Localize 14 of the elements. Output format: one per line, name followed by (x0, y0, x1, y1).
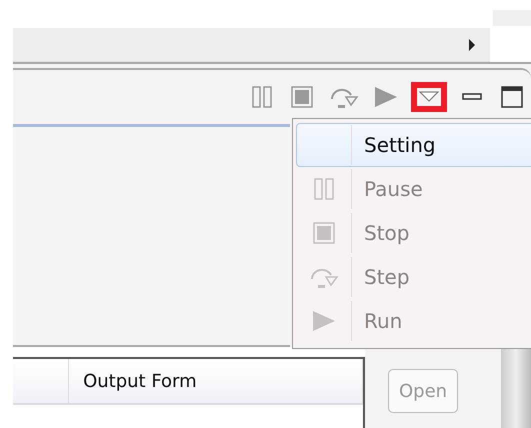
minimize-icon (462, 93, 482, 101)
stop-icon (313, 222, 335, 244)
play-icon (312, 310, 336, 332)
scroll-right-arrow-icon[interactable] (468, 38, 476, 52)
scrollbar[interactable] (501, 347, 531, 428)
pause-icon (251, 86, 273, 108)
menu-item[interactable]: Setting (296, 123, 531, 167)
highlighted-toolbar-button[interactable] (411, 82, 447, 112)
dropdown-triangle-icon (419, 91, 439, 103)
stop-icon (291, 86, 313, 108)
pause-icon (313, 178, 335, 200)
column-header: Output Form (69, 359, 363, 403)
maximize-icon (501, 86, 523, 108)
play-icon (374, 86, 398, 108)
